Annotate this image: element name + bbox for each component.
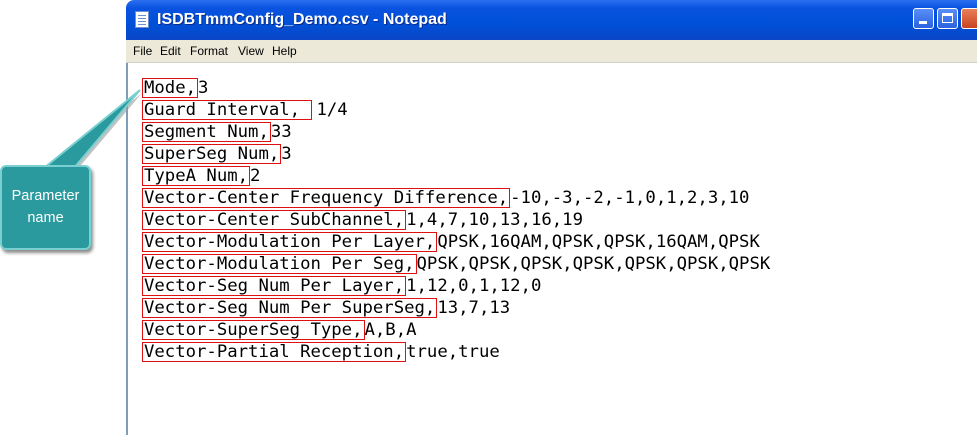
parameter-value: QPSK,16QAM,QPSK,QPSK,16QAM,QPSK <box>437 232 760 252</box>
parameter-name-box: TypeA Num, <box>142 166 251 186</box>
parameter-name-box: Segment Num, <box>142 122 271 142</box>
parameter-name-box: Guard Interval, <box>142 100 313 120</box>
parameter-name-box: Vector-Seg Num Per Layer, <box>142 276 407 296</box>
text-line: TypeA Num, 2 <box>142 165 260 187</box>
text-line: Vector-Center Frequency Difference, -10,-… <box>142 187 749 209</box>
parameter-value: 3 <box>281 144 292 164</box>
notepad-window: ISDBTmmConfig_Demo.csv - Notepad File Ed… <box>126 0 977 435</box>
parameter-value: 13,7,13 <box>437 298 511 318</box>
parameter-value: 2 <box>250 166 261 186</box>
text-line: SuperSeg Num, 3 <box>142 143 292 165</box>
close-button[interactable] <box>961 8 977 29</box>
minimize-button[interactable] <box>913 8 934 29</box>
parameter-value: 1,12,0,1,12,0 <box>406 276 542 296</box>
maximize-button[interactable] <box>937 8 958 29</box>
notepad-icon[interactable] <box>135 11 149 28</box>
text-line: Vector-Modulation Per Seg, QPSK,QPSK,QPSK… <box>142 253 770 275</box>
parameter-name-callout: Parameter name <box>0 165 91 250</box>
text-editor[interactable]: Mode, 3 Guard Interval, 1/4 Segment Num, 3… <box>126 63 977 435</box>
title-bar[interactable]: ISDBTmmConfig_Demo.csv - Notepad <box>126 0 977 40</box>
parameter-value: A,B,A <box>364 320 417 340</box>
text-line: Vector-Seg Num Per SuperSeg, 13,7,13 <box>142 297 510 319</box>
parameter-value: 1,4,7,10,13,16,19 <box>406 210 583 230</box>
text-line: Guard Interval, 1/4 <box>142 99 348 121</box>
parameter-name-box: SuperSeg Num, <box>142 144 282 164</box>
parameter-name-box: Vector-Center Frequency Difference, <box>142 188 511 208</box>
text-line: Vector-Seg Num Per Layer, 1,12,0,1,12,0 <box>142 275 541 297</box>
parameter-name-box: Vector-Partial Reception, <box>142 342 407 362</box>
parameter-value: 33 <box>270 122 292 142</box>
text-line: Vector-Center SubChannel, 1,4,7,10,13,16,… <box>142 209 583 231</box>
window-title: ISDBTmmConfig_Demo.csv - Notepad <box>157 11 447 28</box>
parameter-value: 1/4 <box>316 100 348 120</box>
parameter-value: true,true <box>406 342 500 362</box>
parameter-name-box: Vector-Modulation Per Layer, <box>142 232 438 252</box>
parameter-name-box: Vector-Modulation Per Seg, <box>142 254 417 274</box>
text-line: Vector-Modulation Per Layer, QPSK,16QAM,Q… <box>142 231 760 253</box>
text-line: Mode, 3 <box>142 77 208 99</box>
callout-label: Parameter name <box>11 188 80 226</box>
parameter-name-box: Mode, <box>142 78 199 98</box>
parameter-value: 3 <box>198 78 209 98</box>
parameter-name-box: Vector-SuperSeg Type, <box>142 320 365 340</box>
parameter-name-box: Vector-Seg Num Per SuperSeg, <box>142 298 438 318</box>
text-line: Vector-Partial Reception, true,true <box>142 341 500 363</box>
text-line: Vector-SuperSeg Type, A,B,A <box>142 319 417 341</box>
menu-format[interactable]: Format <box>190 44 228 58</box>
menu-edit[interactable]: Edit <box>160 44 181 58</box>
text-line: Segment Num, 33 <box>142 121 292 143</box>
menu-view[interactable]: View <box>238 44 264 58</box>
parameter-name-box: Vector-Center SubChannel, <box>142 210 407 230</box>
parameter-value: -10,-3,-2,-1,0,1,2,3,10 <box>510 188 750 208</box>
menu-file[interactable]: File <box>133 44 152 58</box>
menu-help[interactable]: Help <box>272 44 297 58</box>
parameter-value: QPSK,QPSK,QPSK,QPSK,QPSK,QPSK,QPSK <box>416 254 771 274</box>
menu-bar: File Edit Format View Help <box>126 40 977 63</box>
